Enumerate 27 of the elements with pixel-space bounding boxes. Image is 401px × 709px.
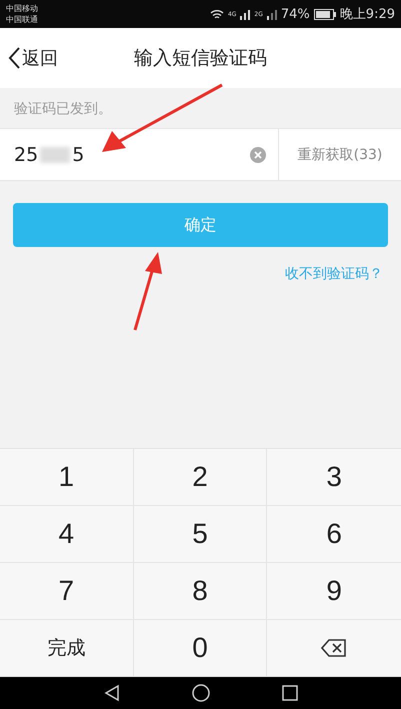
signal-icon xyxy=(240,8,250,20)
carrier-name: 中国移动 xyxy=(6,3,38,14)
code-value: 25 xyxy=(14,144,38,166)
digit-key[interactable]: 1 xyxy=(0,449,134,506)
page-title: 输入短信验证码 xyxy=(134,46,267,71)
digit-key[interactable]: 8 xyxy=(134,563,268,620)
digit-key[interactable]: 0 xyxy=(134,620,268,677)
done-key[interactable]: 完成 xyxy=(0,620,134,677)
signal-icon xyxy=(266,8,277,20)
home-nav-icon[interactable] xyxy=(192,684,210,702)
sent-notice: 验证码已发到。 xyxy=(14,100,112,118)
digit-key[interactable]: 5 xyxy=(134,506,268,563)
battery-icon xyxy=(314,8,336,20)
clock-time: 晚上9:29 xyxy=(340,6,395,23)
battery-percent: 74% xyxy=(280,6,310,22)
chevron-left-icon xyxy=(8,47,20,69)
carrier-name: 中国联通 xyxy=(6,14,38,25)
back-button[interactable]: 返回 xyxy=(0,46,58,70)
blurred-digits xyxy=(40,146,70,162)
back-nav-icon[interactable] xyxy=(104,684,120,702)
recents-nav-icon[interactable] xyxy=(282,685,298,701)
backspace-icon xyxy=(321,639,348,657)
code-value: 5 xyxy=(72,144,84,166)
digit-key[interactable]: 2 xyxy=(134,449,268,506)
digit-key[interactable]: 4 xyxy=(0,506,134,563)
digit-key[interactable]: 7 xyxy=(0,563,134,620)
wifi-icon xyxy=(210,8,224,20)
